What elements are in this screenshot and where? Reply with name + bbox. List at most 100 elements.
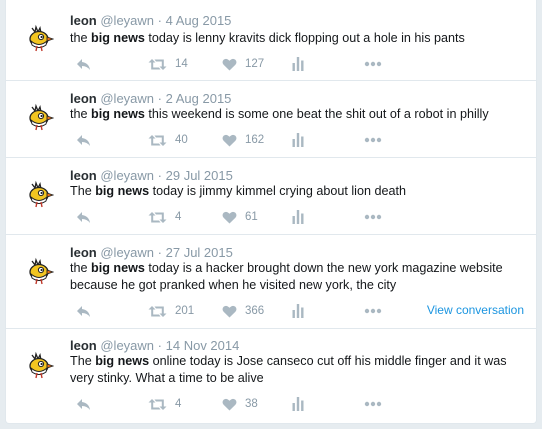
bird-avatar-icon[interactable] — [26, 180, 54, 208]
more-button[interactable] — [364, 208, 382, 226]
like-button[interactable]: 162 — [222, 131, 264, 149]
retweet-count: 40 — [175, 134, 188, 146]
reply-button[interactable] — [76, 302, 91, 320]
user-handle[interactable]: @leyawn — [100, 168, 154, 183]
more-button[interactable] — [364, 55, 382, 73]
heart-icon — [222, 58, 237, 71]
tweet-text: the big news today is lenny kravits dick… — [70, 30, 530, 47]
user-name[interactable]: leon — [70, 13, 97, 28]
user-handle[interactable]: @leyawn — [100, 91, 154, 106]
analytics-button[interactable] — [292, 55, 304, 73]
analytics-icon — [292, 397, 304, 411]
tweet-header: leon @leyawn · 14 Nov 2014 — [70, 338, 239, 354]
tweet-text-post: this weekend is some one beat the shit o… — [144, 107, 489, 121]
tweet-text-post: today is lenny kravits dick flopping out… — [144, 31, 465, 45]
tweet-text-pre: The — [70, 354, 96, 368]
tweet-text-post: today is jimmy kimmel crying about lion … — [149, 184, 406, 198]
analytics-icon — [292, 304, 304, 318]
bird-avatar-icon[interactable] — [26, 351, 54, 379]
separator: · — [157, 168, 162, 183]
tweet[interactable]: leon @leyawn · 29 Jul 2015 The big news … — [6, 158, 536, 235]
user-handle[interactable]: @leyawn — [100, 13, 154, 28]
tweet-header: leon @leyawn · 27 Jul 2015 — [70, 245, 233, 261]
retweet-count: 4 — [175, 398, 182, 410]
user-name[interactable]: leon — [70, 338, 97, 353]
separator: · — [157, 338, 162, 353]
tweet-text-bold: big news — [95, 354, 150, 368]
tweet-text-bold: big news — [91, 261, 145, 275]
tweet-header: leon @leyawn · 4 Aug 2015 — [70, 13, 231, 29]
reply-button[interactable] — [76, 395, 91, 413]
bird-avatar-icon[interactable] — [26, 257, 54, 285]
user-name[interactable]: leon — [70, 245, 97, 260]
reply-button[interactable] — [76, 208, 91, 226]
tweet-header: leon @leyawn · 2 Aug 2015 — [70, 91, 231, 107]
reply-icon — [76, 398, 91, 411]
tweet[interactable]: leon @leyawn · 14 Nov 2014 The big news … — [6, 329, 536, 424]
retweet-icon — [148, 134, 167, 147]
reply-button[interactable] — [76, 131, 91, 149]
more-button[interactable] — [364, 131, 382, 149]
view-conversation-link[interactable]: View conversation — [427, 302, 524, 318]
retweet-button[interactable]: 40 — [148, 131, 188, 149]
reply-icon — [76, 305, 91, 318]
tweet-date[interactable]: 27 Jul 2015 — [166, 245, 233, 260]
analytics-button[interactable] — [292, 208, 304, 226]
tweet-actions: 40 162 — [70, 131, 530, 149]
tweet-timeline: leon @leyawn · 4 Aug 2015 the big news t… — [5, 0, 537, 424]
like-count: 127 — [245, 58, 265, 70]
user-name[interactable]: leon — [70, 168, 97, 183]
retweet-icon — [148, 211, 167, 224]
retweet-count: 201 — [175, 305, 195, 317]
like-button[interactable]: 61 — [222, 208, 258, 226]
retweet-button[interactable]: 201 — [148, 302, 194, 320]
user-name[interactable]: leon — [70, 91, 97, 106]
retweet-icon — [148, 398, 167, 411]
retweet-button[interactable]: 4 — [148, 208, 181, 226]
more-icon — [364, 401, 382, 407]
analytics-icon — [292, 210, 304, 224]
tweet-text-bold: big news — [91, 107, 145, 121]
tweet[interactable]: leon @leyawn · 4 Aug 2015 the big news t… — [6, 0, 536, 81]
more-button[interactable] — [364, 395, 382, 413]
bird-avatar-icon[interactable] — [26, 103, 54, 131]
like-button[interactable]: 127 — [222, 55, 264, 73]
more-icon — [364, 61, 382, 67]
tweet-date[interactable]: 4 Aug 2015 — [166, 13, 232, 28]
tweet-text-pre: the — [70, 107, 92, 121]
separator: · — [157, 245, 162, 260]
heart-icon — [222, 134, 237, 147]
reply-icon — [76, 58, 91, 71]
more-icon — [364, 214, 382, 220]
more-button[interactable] — [364, 302, 382, 320]
retweet-button[interactable]: 4 — [148, 395, 181, 413]
like-button[interactable]: 366 — [222, 302, 264, 320]
tweet-date[interactable]: 14 Nov 2014 — [166, 338, 240, 353]
tweet-date[interactable]: 2 Aug 2015 — [166, 91, 232, 106]
reply-button[interactable] — [76, 55, 91, 73]
tweet[interactable]: leon @leyawn · 27 Jul 2015 the big news … — [6, 235, 536, 329]
like-count: 162 — [245, 134, 265, 146]
tweet-date[interactable]: 29 Jul 2015 — [166, 168, 233, 183]
user-handle[interactable]: @leyawn — [100, 245, 154, 260]
tweet-header: leon @leyawn · 29 Jul 2015 — [70, 168, 233, 184]
analytics-button[interactable] — [292, 395, 304, 413]
analytics-icon — [292, 133, 304, 147]
tweet-text: the big news today is a hacker brought d… — [70, 260, 530, 294]
analytics-button[interactable] — [292, 131, 304, 149]
retweet-button[interactable]: 14 — [148, 55, 188, 73]
tweet-text-pre: the — [70, 31, 92, 45]
more-icon — [364, 308, 382, 314]
analytics-button[interactable] — [292, 302, 304, 320]
tweet-text-pre: the — [70, 261, 92, 275]
like-button[interactable]: 38 — [222, 395, 258, 413]
retweet-icon — [148, 305, 167, 318]
like-count: 38 — [245, 398, 258, 410]
separator: · — [157, 91, 162, 106]
tweet-text-bold: big news — [95, 184, 150, 198]
tweet[interactable]: leon @leyawn · 2 Aug 2015 the big news t… — [6, 81, 536, 158]
user-handle[interactable]: @leyawn — [100, 338, 154, 353]
tweet-text-pre: The — [70, 184, 96, 198]
bird-avatar-icon[interactable] — [26, 24, 54, 52]
tweet-text-bold: big news — [91, 31, 145, 45]
